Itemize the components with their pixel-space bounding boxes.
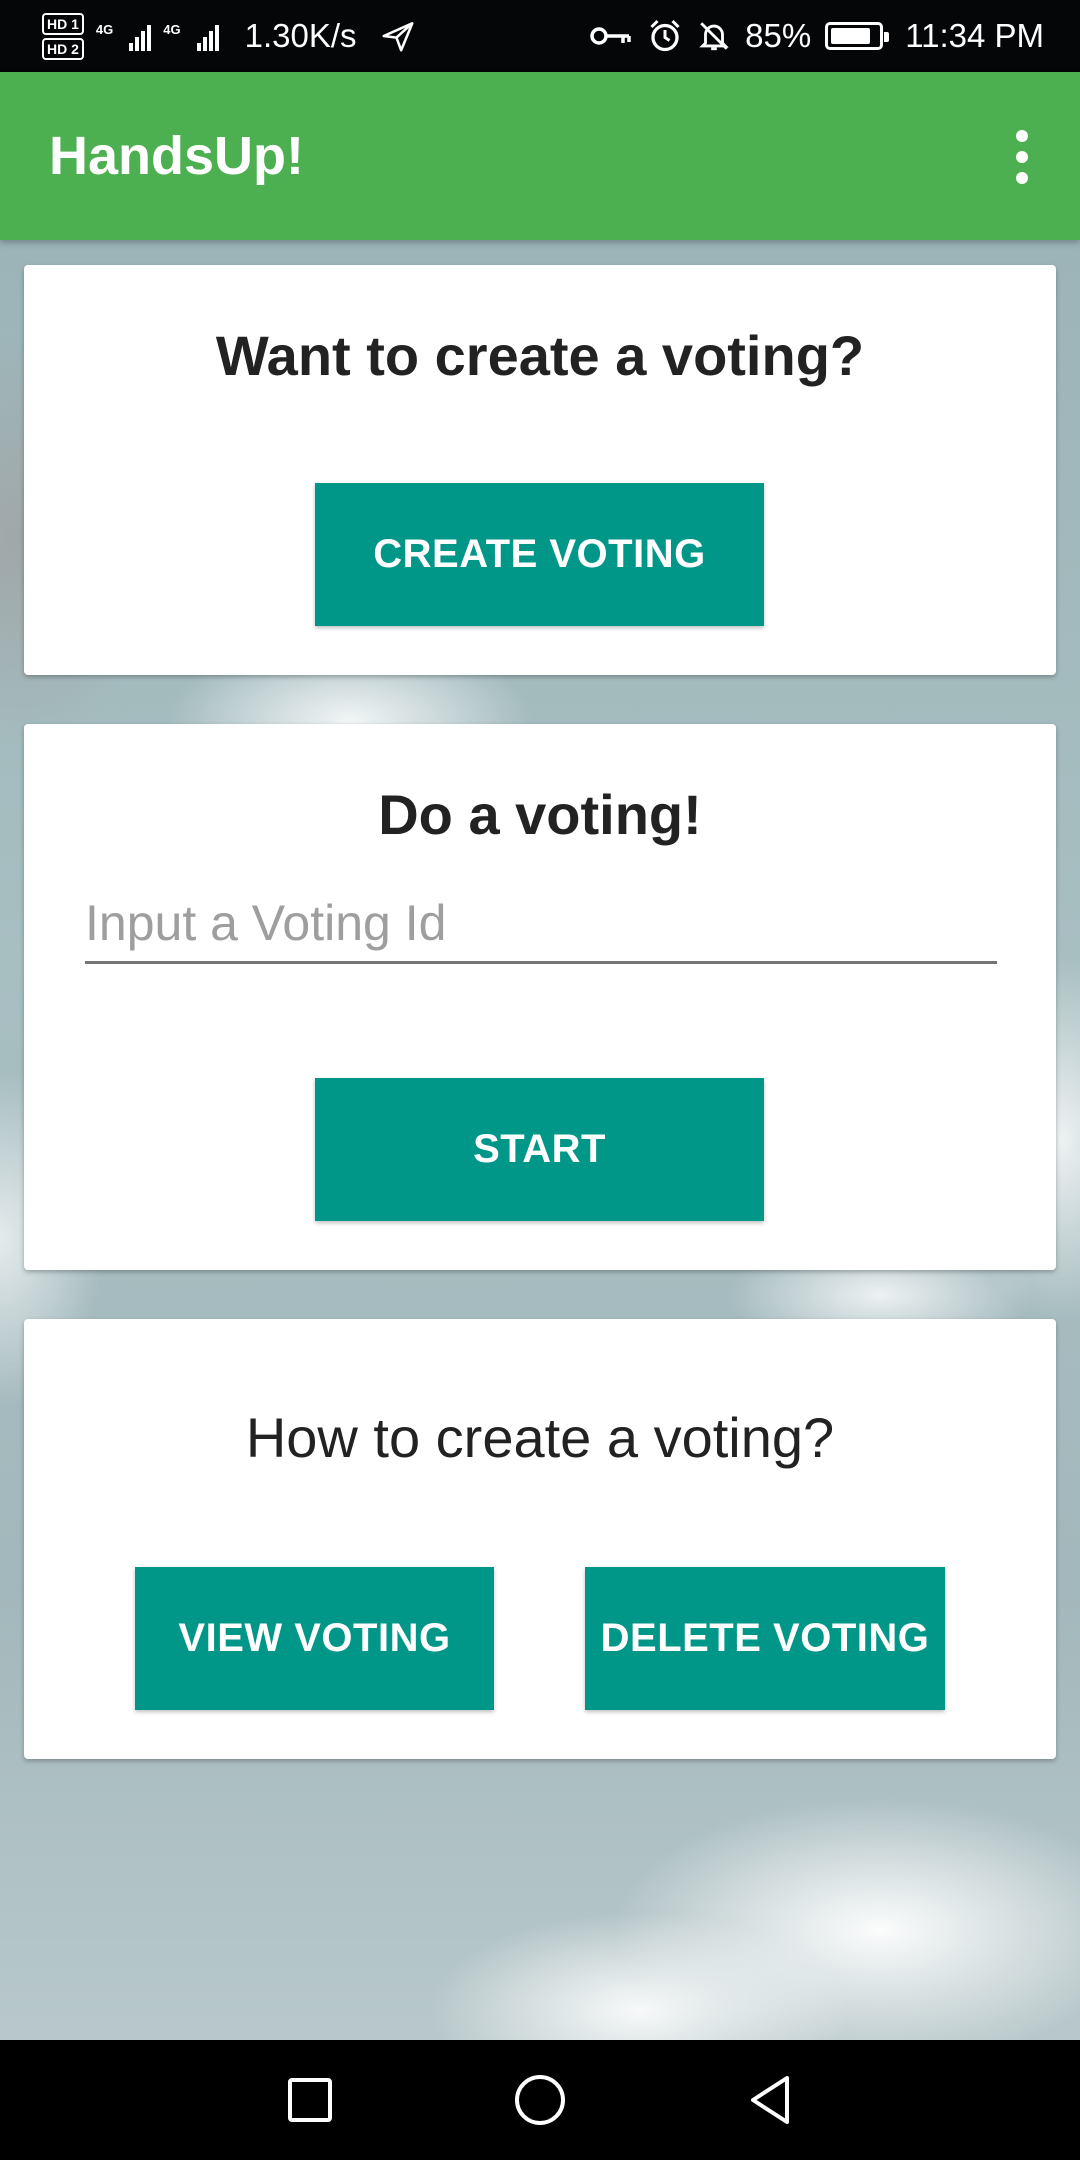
navigation-bar <box>0 2040 1080 2160</box>
start-button[interactable]: START <box>315 1078 764 1221</box>
battery-fill <box>831 28 871 44</box>
do-card-title: Do a voting! <box>378 783 702 846</box>
hd-label-1: HD <box>47 15 68 32</box>
do-voting-card: Do a voting! START <box>24 724 1056 1270</box>
network-type-1: 4G <box>95 21 114 37</box>
sim-label-1: 1 <box>71 15 79 32</box>
create-card-title: Want to create a voting? <box>215 324 865 387</box>
status-bar: HD 1 HD 2 4G 4G 1.30K/s 85% 11:34 PM <box>0 0 1080 72</box>
create-voting-card: Want to create a voting? CREATE VOTING <box>24 265 1056 675</box>
home-circle-icon[interactable] <box>425 2040 655 2160</box>
alarm-icon <box>650 19 680 52</box>
battery-icon <box>825 22 890 50</box>
how-to-card: How to create a voting? VIEW VOTING DELE… <box>24 1319 1056 1759</box>
battery-percent: 85% <box>745 17 812 54</box>
how-card-title: How to create a voting? <box>245 1406 835 1469</box>
delete-voting-button[interactable]: DELETE VOTING <box>585 1567 945 1710</box>
create-voting-button[interactable]: CREATE VOTING <box>315 483 764 626</box>
hd-icon: HD 1 <box>42 12 84 35</box>
airplane-icon <box>382 22 414 52</box>
status-bar-left: HD 1 HD 2 4G 4G 1.30K/s <box>42 12 417 60</box>
voting-id-field <box>85 884 997 964</box>
app-title: HandsUp! <box>49 126 304 186</box>
recents-square-icon[interactable] <box>195 2040 425 2160</box>
more-vert-icon[interactable] <box>992 122 1052 192</box>
sim-label-2: 2 <box>71 40 79 57</box>
back-triangle-icon[interactable] <box>655 2040 885 2160</box>
bell-off-icon <box>699 22 729 51</box>
network-type-2: 4G <box>163 21 181 37</box>
clock: 11:34 PM <box>905 17 1044 54</box>
voting-id-input[interactable] <box>85 884 997 961</box>
signal-icon <box>129 21 152 51</box>
hd-indicators: HD 1 HD 2 <box>42 12 84 60</box>
view-voting-button[interactable]: VIEW VOTING <box>135 1567 494 1710</box>
app-bar: HandsUp! <box>0 72 1080 240</box>
status-bar-right: 85% 11:34 PM <box>589 17 1044 55</box>
hd-icon: HD 2 <box>42 37 84 60</box>
key-icon <box>590 27 631 45</box>
signal-icon <box>196 21 219 51</box>
network-speed: 1.30K/s <box>244 17 357 54</box>
hd-label-2: HD <box>47 40 68 57</box>
